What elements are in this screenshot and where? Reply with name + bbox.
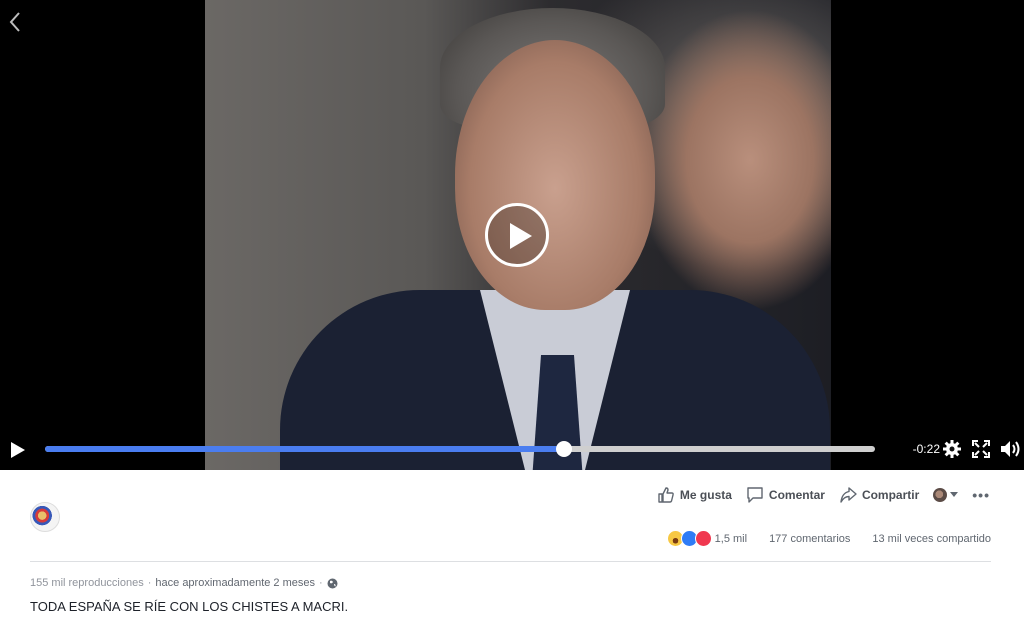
post-timestamp[interactable]: hace aproximadamente 2 meses bbox=[155, 577, 315, 589]
comment-label: Comentar bbox=[768, 488, 825, 502]
comments-count[interactable]: 177 comentarios bbox=[769, 533, 850, 545]
profile-selector[interactable] bbox=[933, 488, 959, 502]
thumbs-up-icon bbox=[658, 487, 674, 503]
fullscreen-icon[interactable] bbox=[972, 440, 990, 458]
reactions-count: 1,5 mil bbox=[714, 532, 748, 545]
share-arrow-icon bbox=[840, 487, 857, 503]
play-overlay-button[interactable] bbox=[485, 203, 549, 267]
settings-gear-icon[interactable] bbox=[942, 439, 962, 459]
post-actions: Me gusta Comentar Compartir ••• bbox=[657, 486, 990, 504]
love-reaction-icon bbox=[694, 530, 712, 547]
page-avatar[interactable] bbox=[30, 502, 60, 532]
video-player[interactable]: -0:22 bbox=[0, 0, 1024, 470]
progress-scrubber[interactable] bbox=[555, 441, 572, 457]
meta-separator-2: · bbox=[319, 577, 323, 589]
volume-icon[interactable] bbox=[1000, 439, 1022, 459]
play-icon bbox=[510, 223, 532, 249]
comment-bubble-icon bbox=[747, 487, 763, 503]
post-info-panel: Me gusta Comentar Compartir ••• 1,5 mil … bbox=[0, 470, 1024, 619]
share-button[interactable]: Compartir bbox=[839, 486, 919, 504]
profile-avatar bbox=[933, 488, 948, 502]
player-controls: -0:22 bbox=[0, 430, 1024, 470]
post-stats: 1,5 mil 177 comentarios 13 mil veces com… bbox=[666, 530, 991, 547]
progress-bar[interactable] bbox=[45, 441, 875, 457]
reaction-icons bbox=[666, 530, 712, 547]
progress-fill bbox=[45, 446, 564, 452]
share-label: Compartir bbox=[861, 488, 920, 502]
remaining-time: -0:22 bbox=[912, 442, 940, 456]
play-button[interactable] bbox=[10, 441, 26, 459]
view-count: 155 mil reproducciones bbox=[30, 577, 144, 589]
reactions-summary[interactable]: 1,5 mil bbox=[666, 530, 748, 547]
video-subject-face bbox=[455, 40, 655, 310]
divider bbox=[30, 561, 991, 562]
like-button[interactable]: Me gusta bbox=[657, 486, 732, 504]
comment-button[interactable]: Comentar bbox=[746, 486, 825, 504]
more-options-icon[interactable]: ••• bbox=[972, 487, 990, 503]
meta-separator: · bbox=[147, 577, 152, 589]
back-chevron-icon[interactable] bbox=[6, 10, 26, 34]
like-label: Me gusta bbox=[679, 488, 732, 502]
post-meta: 155 mil reproducciones · hace aproximada… bbox=[30, 577, 338, 589]
chevron-down-icon bbox=[950, 492, 959, 497]
globe-icon bbox=[327, 578, 338, 589]
shares-count[interactable]: 13 mil veces compartido bbox=[872, 533, 991, 545]
play-small-icon bbox=[11, 442, 25, 458]
post-caption: TODA ESPAÑA SE RÍE CON LOS CHISTES A MAC… bbox=[30, 599, 349, 614]
